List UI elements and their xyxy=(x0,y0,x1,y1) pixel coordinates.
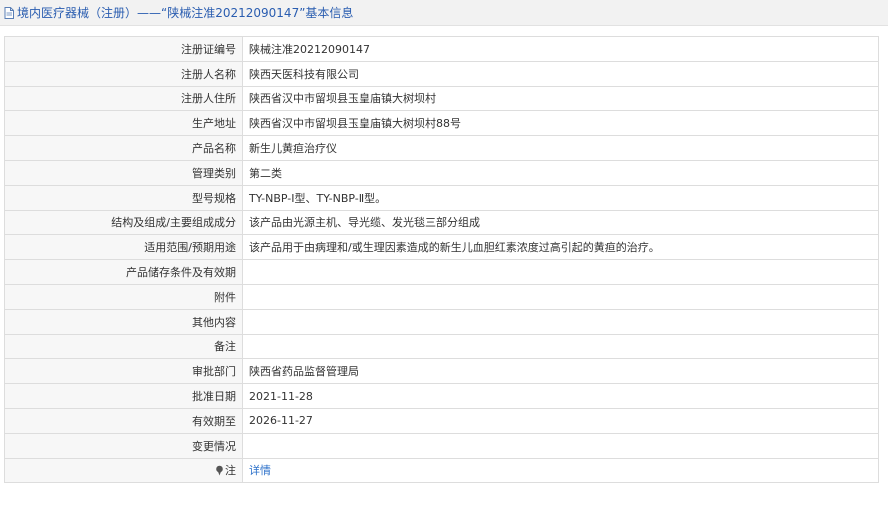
table-row: 产品储存条件及有效期 xyxy=(4,259,879,285)
note-label-cell: 注 xyxy=(4,457,243,484)
table-row: 注册人住所 陕西省汉中市留坝县玉皇庙镇大树坝村 xyxy=(4,85,879,112)
field-label: 型号规格 xyxy=(4,184,243,211)
field-label: 产品名称 xyxy=(4,135,243,161)
field-value: 陕西天医科技有限公司 xyxy=(242,60,879,87)
field-label: 审批部门 xyxy=(4,358,243,385)
table-row: 型号规格 TY-NBP-Ⅰ型、TY-NBP-Ⅱ型。 xyxy=(4,184,879,211)
field-value: TY-NBP-Ⅰ型、TY-NBP-Ⅱ型。 xyxy=(242,184,879,211)
pin-icon xyxy=(215,465,224,476)
field-value xyxy=(242,432,879,459)
field-label: 其他内容 xyxy=(4,308,243,335)
field-label: 批准日期 xyxy=(4,383,243,409)
field-label: 管理类别 xyxy=(4,159,243,186)
field-label: 产品储存条件及有效期 xyxy=(4,259,243,285)
field-label: 有效期至 xyxy=(4,407,243,434)
field-value: 该产品用于由病理和/或生理因素造成的新生儿血胆红素浓度过高引起的黄疸的治疗。 xyxy=(242,234,879,261)
field-label: 生产地址 xyxy=(4,110,243,137)
table-row: 批准日期 2021-11-28 xyxy=(4,383,879,409)
page-header: 境内医疗器械（注册）——“陕械注准20212090147”基本信息 xyxy=(0,0,888,26)
table-row: 注册证编号 陕械注准20212090147 xyxy=(4,36,879,62)
field-label: 注册人名称 xyxy=(4,60,243,87)
table-row: 产品名称 新生儿黄疸治疗仪 xyxy=(4,135,879,161)
device-info-table: 注册证编号 陕械注准20212090147 注册人名称 陕西天医科技有限公司 注册人住所… xyxy=(4,36,879,484)
table-row: 附件 xyxy=(4,283,879,310)
table-row: 其他内容 xyxy=(4,308,879,335)
field-value: 陕西省药品监督管理局 xyxy=(242,358,879,385)
page-title: 境内医疗器械（注册）——“陕械注准20212090147”基本信息 xyxy=(17,6,354,20)
field-value xyxy=(242,259,879,285)
field-value xyxy=(242,283,879,310)
field-value: 陕西省汉中市留坝县玉皇庙镇大树坝村 xyxy=(242,85,879,112)
table-row: 管理类别 第二类 xyxy=(4,159,879,186)
field-label: 附件 xyxy=(4,283,243,310)
document-icon xyxy=(4,6,14,19)
field-label: 注册人住所 xyxy=(4,85,243,112)
details-link[interactable]: 详情 xyxy=(249,464,271,477)
field-value: 陕械注准20212090147 xyxy=(242,36,879,62)
note-label: 注 xyxy=(225,464,236,478)
field-label: 注册证编号 xyxy=(4,36,243,62)
field-value xyxy=(242,308,879,335)
field-value: 陕西省汉中市留坝县玉皇庙镇大树坝村88号 xyxy=(242,110,879,137)
field-label: 变更情况 xyxy=(4,432,243,459)
field-value xyxy=(242,333,879,360)
field-value: 该产品由光源主机、导光缆、发光毯三部分组成 xyxy=(242,209,879,236)
table-row: 审批部门 陕西省药品监督管理局 xyxy=(4,358,879,385)
field-value: 2021-11-28 xyxy=(242,383,879,409)
table-row: 适用范围/预期用途 该产品用于由病理和/或生理因素造成的新生儿血胆红素浓度过高引起… xyxy=(4,234,879,261)
note-value-cell: 详情 xyxy=(242,457,879,484)
table-row: 有效期至 2026-11-27 xyxy=(4,407,879,434)
field-value: 2026-11-27 xyxy=(242,407,879,434)
field-label: 备注 xyxy=(4,333,243,360)
table-row: 生产地址 陕西省汉中市留坝县玉皇庙镇大树坝村88号 xyxy=(4,110,879,137)
field-value: 新生儿黄疸治疗仪 xyxy=(242,135,879,161)
table-row: 备注 xyxy=(4,333,879,360)
table-row: 注册人名称 陕西天医科技有限公司 xyxy=(4,60,879,87)
field-value: 第二类 xyxy=(242,159,879,186)
field-label: 结构及组成/主要组成成分 xyxy=(4,209,243,236)
table-row: 变更情况 xyxy=(4,432,879,459)
table-row: 注详情 xyxy=(4,457,879,484)
field-label: 适用范围/预期用途 xyxy=(4,234,243,261)
table-row: 结构及组成/主要组成成分 该产品由光源主机、导光缆、发光毯三部分组成 xyxy=(4,209,879,236)
